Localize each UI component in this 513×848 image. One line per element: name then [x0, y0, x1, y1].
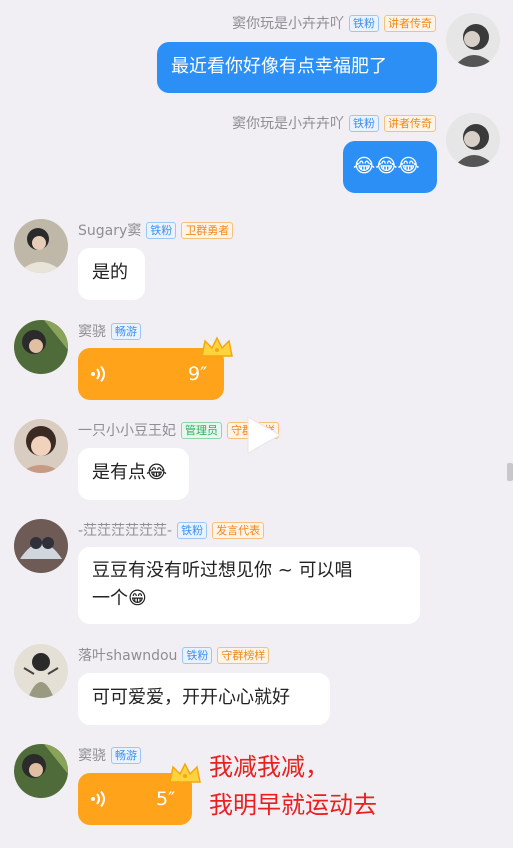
sender-row: 窦你玩是小卉卉吖 铁粉 讲者传奇 — [232, 12, 436, 34]
message-bubble[interactable]: 可可爱爱，开开心心就好 — [78, 673, 330, 725]
message-text: 是有点 — [92, 462, 146, 483]
honor-badge: 发言代表 — [212, 521, 265, 539]
avatar[interactable] — [14, 219, 68, 273]
emoji: 😁 — [128, 588, 147, 609]
avatar[interactable] — [14, 644, 68, 698]
honor-badge: 讲者传奇 — [384, 114, 436, 132]
fan-badge: 铁粉 — [349, 114, 379, 132]
annotation-line: 我减我减， — [209, 753, 329, 781]
message-bubble[interactable]: 豆豆有没有听过想见你 ~ 可以唱 一个😁 — [78, 547, 420, 624]
avatar[interactable] — [14, 744, 68, 798]
annotation-line: 我明早就运动去 — [209, 791, 377, 819]
scrollbar[interactable] — [507, 463, 513, 481]
fan-badge: 铁粉 — [177, 521, 208, 539]
honor-badge: 讲者传奇 — [384, 14, 436, 32]
fan-badge: 铁粉 — [146, 221, 177, 239]
honor-badge: 守群榜样 — [217, 646, 270, 664]
sender-name[interactable]: Sugary窦 — [78, 220, 141, 240]
fan-badge: 铁粉 — [349, 14, 379, 32]
fan-badge: 铁粉 — [182, 646, 213, 664]
admin-badge: 管理员 — [181, 421, 222, 439]
status-badge: 畅游 — [111, 746, 141, 764]
play-icon[interactable] — [240, 413, 284, 457]
message-text-line: 一个😁 — [92, 588, 147, 609]
message-text-line: 豆豆有没有听过想见你 ~ 可以唱 — [92, 560, 353, 581]
sender-row: 窦骁 畅游 — [78, 320, 141, 342]
annotation-text: 我减我减， 我明早就运动去 — [209, 748, 377, 824]
voice-wave-icon — [91, 366, 105, 382]
sender-row: -茳茳茳茳茳茳- 铁粉 发言代表 — [78, 519, 265, 541]
avatar[interactable] — [14, 519, 68, 573]
voice-duration: 5″ — [156, 788, 176, 810]
message-bubble[interactable]: 是有点😂 — [78, 448, 189, 500]
crown-icon — [201, 336, 233, 357]
sender-name[interactable]: 窦你玩是小卉卉吖 — [232, 13, 344, 33]
sender-name[interactable]: 窦你玩是小卉卉吖 — [232, 113, 344, 133]
avatar[interactable] — [446, 13, 500, 67]
sender-name[interactable]: 窦骁 — [78, 745, 106, 765]
avatar[interactable] — [14, 419, 68, 473]
honor-badge: 卫群勇者 — [181, 221, 234, 239]
sender-name[interactable]: 落叶shawndou — [78, 645, 177, 665]
sender-name[interactable]: -茳茳茳茳茳茳- — [78, 520, 172, 540]
avatar[interactable] — [14, 320, 68, 374]
sender-row: 落叶shawndou 铁粉 守群榜样 — [78, 644, 270, 666]
sender-name[interactable]: 一只小小豆王妃 — [78, 420, 176, 440]
sender-row: Sugary窦 铁粉 卫群勇者 — [78, 219, 234, 241]
sender-name[interactable]: 窦骁 — [78, 321, 106, 341]
message-bubble[interactable]: 最近看你好像有点幸福肥了 — [157, 42, 437, 93]
avatar[interactable] — [446, 113, 500, 167]
sender-row: 窦你玩是小卉卉吖 铁粉 讲者传奇 — [232, 112, 436, 134]
voice-wave-icon — [91, 791, 105, 807]
emoji-bubble[interactable]: 😂😂😂 — [343, 141, 437, 193]
message-bubble[interactable]: 是的 — [78, 248, 145, 300]
emoji: 😂 — [146, 462, 168, 483]
voice-duration: 9″ — [188, 363, 208, 385]
crown-icon — [169, 762, 201, 783]
status-badge: 畅游 — [111, 322, 141, 340]
sender-row: 窦骁 畅游 — [78, 744, 141, 766]
